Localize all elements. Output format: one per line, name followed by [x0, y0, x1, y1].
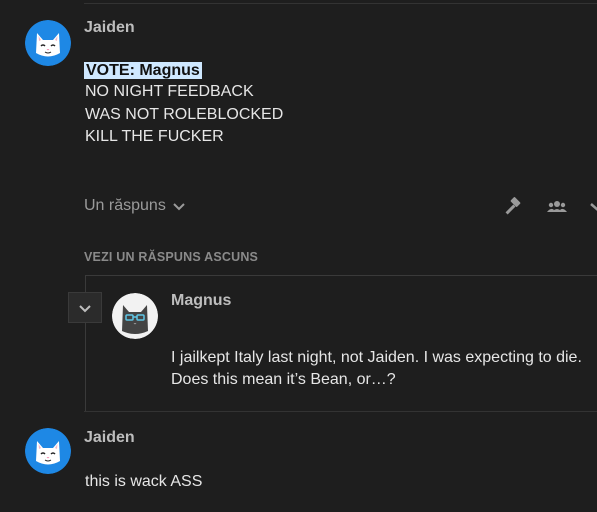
show-hidden-replies-link[interactable]: VEZI UN RĂSPUNS ASCUNS [84, 250, 258, 264]
cat-avatar-icon [112, 293, 158, 339]
avatar-magnus[interactable] [112, 293, 158, 339]
reply-author[interactable]: Magnus [171, 292, 231, 310]
gavel-icon [505, 197, 521, 215]
avatar-jaiden[interactable] [25, 20, 71, 66]
reply-line-1: I jailkept Italy last night, not Jaiden.… [171, 349, 582, 366]
chevron-down-icon [79, 304, 91, 312]
reply-line-2: Does this mean it’s Bean, or…? [171, 371, 396, 388]
post-line-2: WAS NOT ROLEBLOCKED [85, 106, 284, 123]
replies-label: Un răspuns [84, 197, 166, 214]
post-line-3: KILL THE FUCKER [85, 128, 224, 145]
vote-line: VOTE: Magnus [84, 60, 202, 83]
post-author[interactable]: Jaiden [84, 19, 135, 37]
avatar-jaiden[interactable] [25, 428, 71, 474]
discussion-thread: Jaiden VOTE: Magnus NO NIGHT FEEDBACK WA… [0, 0, 597, 512]
users-button[interactable] [546, 196, 568, 218]
top-divider [84, 3, 597, 4]
chevron-down-icon [173, 203, 185, 211]
post-divider [84, 411, 597, 412]
post-author[interactable]: Jaiden [84, 429, 135, 447]
post-line-1: NO NIGHT FEEDBACK [85, 83, 254, 100]
cat-avatar-icon [25, 428, 71, 474]
chevron-down-icon [590, 203, 597, 211]
collapse-reply-button[interactable] [68, 292, 102, 323]
gavel-button[interactable] [502, 196, 524, 218]
users-icon [547, 201, 567, 212]
replies-toggle[interactable]: Un răspuns [84, 197, 186, 215]
cat-avatar-icon [25, 20, 71, 66]
more-button[interactable] [588, 196, 597, 218]
post-text: this is wack ASS [85, 473, 203, 490]
vote-highlight: VOTE: Magnus [84, 62, 202, 79]
